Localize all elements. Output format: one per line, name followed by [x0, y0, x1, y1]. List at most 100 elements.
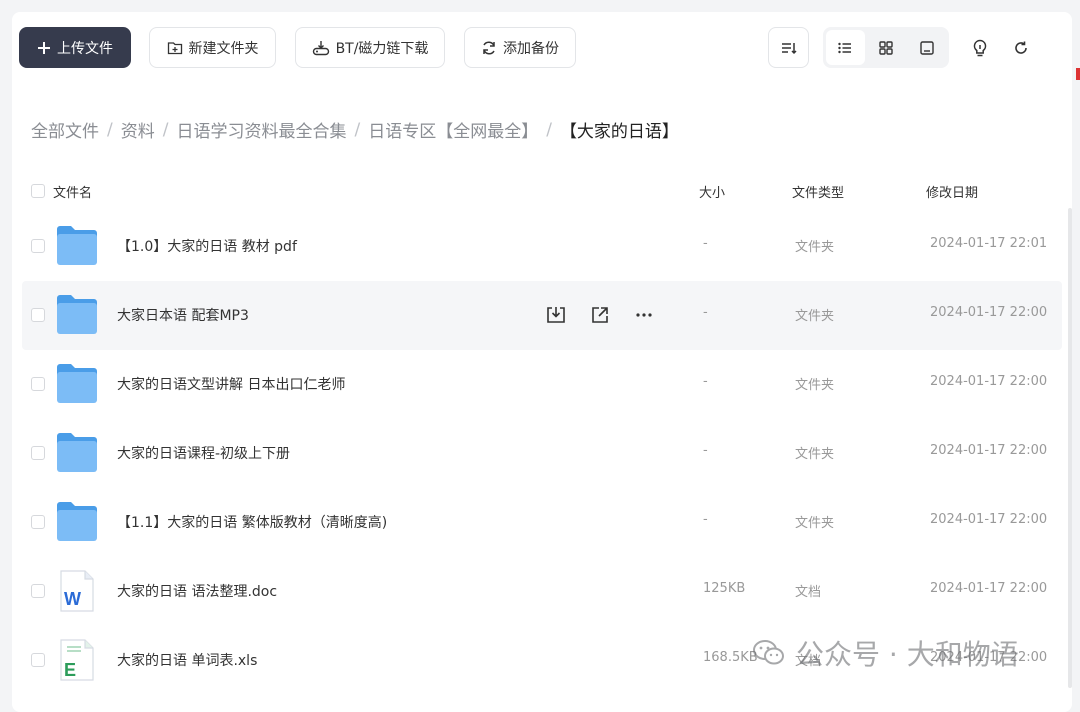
folder-icon	[57, 364, 97, 403]
more-actions-button[interactable]	[632, 303, 656, 327]
breadcrumb-item[interactable]: 资料	[121, 117, 155, 142]
file-size: -	[703, 236, 708, 251]
file-date: 2024-01-17 22:00	[930, 443, 1048, 458]
file-type: 文件夹	[795, 309, 835, 324]
file-name[interactable]: 大家的日语 单词表.xls	[117, 650, 257, 670]
select-all-checkbox[interactable]	[31, 184, 45, 198]
row-checkbox[interactable]	[31, 515, 45, 529]
svg-text:E: E	[64, 660, 76, 680]
row-actions	[544, 303, 656, 327]
upload-label: 上传文件	[57, 40, 113, 57]
file-date: 2024-01-17 22:00	[930, 512, 1048, 527]
share-icon	[592, 307, 608, 323]
file-row[interactable]: 【1.0】大家的日语 教材 pdf - 文件夹 2024-01-17 22:01	[22, 212, 1062, 281]
breadcrumb-separator: /	[354, 119, 361, 140]
file-size: -	[703, 512, 708, 527]
file-type: 文件夹	[795, 240, 835, 255]
download-button[interactable]	[544, 303, 568, 327]
column-header-size[interactable]: 大小	[699, 182, 725, 201]
file-name[interactable]: 【1.0】大家的日语 教材 pdf	[117, 236, 297, 256]
sync-icon	[483, 40, 495, 55]
breadcrumb-item-all-files[interactable]: 全部文件	[31, 117, 99, 142]
breadcrumb-separator: /	[546, 119, 552, 140]
row-checkbox[interactable]	[31, 653, 45, 667]
file-size: 125KB	[703, 581, 746, 596]
watermark-text: 公众号 · 大和物语	[796, 638, 1019, 671]
file-row[interactable]: 大家日本语 配套MP3 - 文件夹 2024-01-17 22:00	[22, 281, 1062, 350]
file-name[interactable]: 大家的日语文型讲解 日本出口仁老师	[117, 374, 345, 394]
refresh-button[interactable]	[1000, 27, 1041, 68]
lightbulb-icon	[973, 39, 986, 56]
magnet-download-icon	[312, 40, 329, 55]
table-header: 文件名 大小 文件类型 修改日期	[22, 172, 1062, 208]
refresh-icon	[1014, 41, 1027, 54]
file-name[interactable]: 大家的日语 语法整理.doc	[117, 581, 277, 601]
upload-button[interactable]: 上传文件	[19, 27, 131, 68]
list-view-button[interactable]	[826, 30, 865, 65]
breadcrumb-separator: /	[107, 119, 113, 140]
new-folder-label: 新建文件夹	[188, 40, 259, 57]
grid-view-icon	[879, 40, 893, 55]
file-name[interactable]: 大家的日语课程-初级上下册	[117, 443, 290, 463]
tips-button[interactable]	[959, 27, 1000, 68]
column-header-type[interactable]: 文件类型	[792, 182, 844, 201]
file-size: -	[703, 305, 708, 320]
file-size: 168.5KB	[703, 650, 758, 665]
file-date: 2024-01-17 22:00	[930, 305, 1048, 320]
bt-download-button[interactable]: BT/磁力链下载	[295, 27, 445, 68]
folder-icon	[57, 502, 97, 541]
breadcrumb: 全部文件 / 资料 / 日语学习资料最全合集 / 日语专区【全网最全】 / 【大…	[31, 117, 679, 143]
column-header-date[interactable]: 修改日期	[926, 182, 978, 201]
file-size: -	[703, 374, 708, 389]
wechat-icon	[753, 640, 784, 665]
sort-icon	[781, 42, 797, 54]
file-date: 2024-01-17 22:01	[930, 236, 1048, 251]
breadcrumb-separator: /	[162, 119, 169, 140]
folder-icon	[57, 226, 97, 265]
edge-marker	[1076, 68, 1080, 80]
row-checkbox[interactable]	[31, 308, 45, 322]
file-type: 文件夹	[795, 516, 835, 531]
folder-icon	[57, 433, 97, 472]
row-checkbox[interactable]	[31, 446, 45, 460]
add-backup-button[interactable]: 添加备份	[464, 27, 576, 68]
row-checkbox[interactable]	[31, 377, 45, 391]
new-folder-button[interactable]: 新建文件夹	[149, 27, 276, 68]
plus-icon	[38, 41, 50, 54]
file-type: 文件夹	[795, 378, 835, 393]
word-doc-icon: W	[60, 570, 94, 612]
svg-text:W: W	[64, 589, 81, 609]
scrollbar[interactable]	[1068, 208, 1072, 688]
view-mode-group	[823, 27, 949, 68]
more-dots-icon	[636, 313, 652, 317]
file-date: 2024-01-17 22:00	[930, 581, 1048, 596]
toolbar: 上传文件 新建文件夹 BT/磁力链下载 添加备份	[19, 27, 1068, 69]
excel-sheet-icon: E	[60, 639, 94, 681]
grid-view-button[interactable]	[867, 30, 906, 65]
list-view-icon	[838, 42, 852, 53]
file-row[interactable]: 大家的日语文型讲解 日本出口仁老师 - 文件夹 2024-01-17 22:00	[22, 350, 1062, 419]
breadcrumb-current: 【大家的日语】	[559, 122, 679, 142]
file-type: 文档	[795, 585, 822, 600]
preview-view-button[interactable]	[907, 30, 946, 65]
file-name[interactable]: 【1.1】大家的日语 繁体版教材（清晰度高)	[117, 512, 387, 532]
file-size: -	[703, 443, 708, 458]
row-checkbox[interactable]	[31, 584, 45, 598]
breadcrumb-item[interactable]: 日语学习资料最全合集	[176, 117, 346, 142]
share-button[interactable]	[588, 303, 612, 327]
column-header-name[interactable]: 文件名	[53, 182, 92, 201]
file-row[interactable]: 大家的日语课程-初级上下册 - 文件夹 2024-01-17 22:00	[22, 419, 1062, 488]
breadcrumb-item[interactable]: 日语专区【全网最全】	[368, 117, 538, 142]
file-type: 文件夹	[795, 447, 835, 462]
file-name[interactable]: 大家日本语 配套MP3	[117, 305, 249, 325]
add-backup-label: 添加备份	[503, 40, 559, 57]
watermark: 公众号 · 大和物语	[752, 633, 1019, 673]
row-checkbox[interactable]	[31, 239, 45, 253]
file-row[interactable]: 【1.1】大家的日语 繁体版教材（清晰度高) - 文件夹 2024-01-17 …	[22, 488, 1062, 557]
download-icon	[547, 307, 565, 323]
sort-button[interactable]	[768, 27, 809, 68]
file-row[interactable]: W 大家的日语 语法整理.doc 125KB 文档 2024-01-17 22:…	[22, 557, 1062, 626]
new-folder-icon	[167, 41, 182, 54]
folder-icon	[57, 295, 97, 334]
file-list: 【1.0】大家的日语 教材 pdf - 文件夹 2024-01-17 22:01…	[22, 212, 1062, 695]
